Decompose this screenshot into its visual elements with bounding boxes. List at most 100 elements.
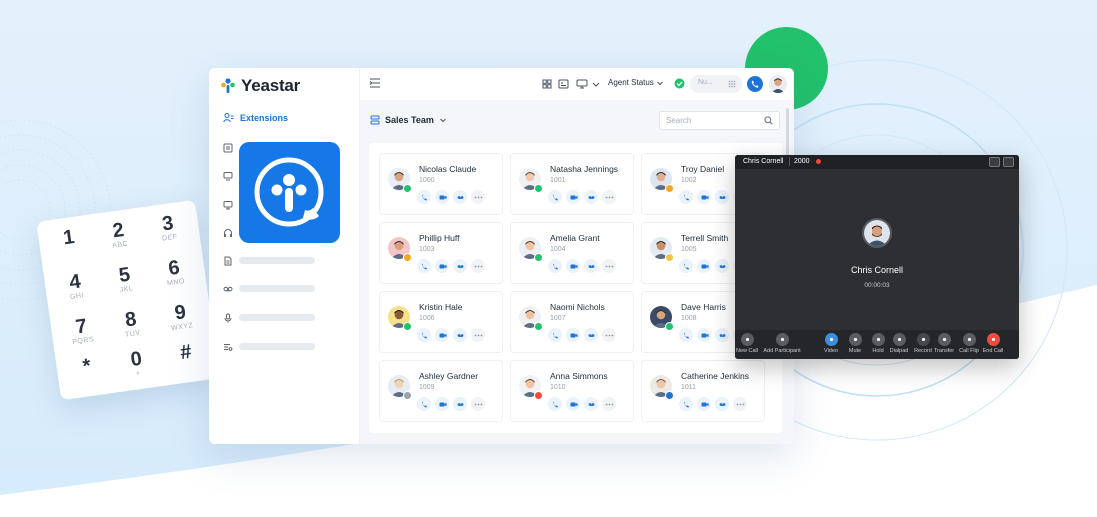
- dialpad-key[interactable]: 6 MNO: [153, 256, 197, 289]
- video-icon[interactable]: [697, 190, 711, 204]
- fullscreen-icon[interactable]: [1003, 157, 1014, 167]
- phone-icon[interactable]: [679, 397, 693, 411]
- voicemail-icon[interactable]: [453, 190, 467, 204]
- voicemail-icon[interactable]: [584, 328, 598, 342]
- chevron-down-icon: [657, 81, 663, 86]
- sidebar-item-extensions[interactable]: Extensions: [223, 112, 288, 123]
- video-icon[interactable]: [435, 190, 449, 204]
- phone-icon[interactable]: [417, 190, 431, 204]
- contact-card[interactable]: Kristin Hale 1006: [379, 291, 503, 353]
- chevron-down-icon[interactable]: [592, 78, 600, 90]
- phone-icon[interactable]: [548, 397, 562, 411]
- contact-card[interactable]: Amelia Grant 1004: [510, 222, 634, 284]
- voicemail-icon[interactable]: [584, 259, 598, 273]
- video-icon[interactable]: [697, 259, 711, 273]
- presence-icon[interactable]: [558, 78, 569, 90]
- more-icon[interactable]: [471, 397, 485, 411]
- contact-actions: [548, 190, 616, 204]
- grid-icon[interactable]: [542, 78, 552, 90]
- contact-card[interactable]: Phillip Huff 1003: [379, 222, 503, 284]
- dialpad-key[interactable]: #: [165, 340, 208, 366]
- contacts-icon[interactable]: [223, 143, 233, 153]
- hold-icon: [871, 333, 885, 346]
- voicemail-icon[interactable]: [584, 190, 598, 204]
- dialpad-icon: [892, 333, 906, 346]
- add-participant-button[interactable]: Add Participant: [761, 333, 803, 354]
- linkus-app-icon: [239, 142, 340, 243]
- phone-icon[interactable]: [679, 190, 693, 204]
- desktop-icon[interactable]: [576, 78, 588, 90]
- dialpad-key[interactable]: *: [66, 354, 109, 380]
- dialpad-key[interactable]: 3 DEF: [147, 211, 191, 244]
- voicemail-icon[interactable]: [715, 259, 729, 273]
- phone-icon[interactable]: [417, 328, 431, 342]
- dialpad-key[interactable]: 5 JKL: [103, 263, 147, 296]
- more-icon[interactable]: [602, 397, 616, 411]
- voicemail-icon[interactable]: [715, 190, 729, 204]
- video-icon[interactable]: [435, 397, 449, 411]
- voicemail-icon[interactable]: [715, 328, 729, 342]
- dialpad-icon[interactable]: [728, 80, 736, 88]
- contact-card[interactable]: Catherine Jenkins 1011: [641, 360, 765, 422]
- contact-card[interactable]: Natasha Jennings 1001: [510, 153, 634, 215]
- dialpad-key[interactable]: 1: [48, 225, 91, 251]
- microphone-icon[interactable]: [223, 313, 233, 323]
- contact-card[interactable]: Anna Simmons 1010: [510, 360, 634, 422]
- more-icon[interactable]: [602, 328, 616, 342]
- more-icon[interactable]: [733, 397, 747, 411]
- voicemail-icon[interactable]: [453, 328, 467, 342]
- voicemail-icon[interactable]: [453, 397, 467, 411]
- video-icon[interactable]: [435, 259, 449, 273]
- more-icon[interactable]: [602, 259, 616, 273]
- contact-name: Anna Simmons: [550, 371, 608, 381]
- more-icon[interactable]: [602, 190, 616, 204]
- video-icon[interactable]: [435, 328, 449, 342]
- agent-status[interactable]: Agent Status: [608, 78, 664, 87]
- video-icon[interactable]: [697, 328, 711, 342]
- voicemail-icon[interactable]: [584, 397, 598, 411]
- document-icon[interactable]: [223, 256, 233, 266]
- more-icon[interactable]: [471, 259, 485, 273]
- phone-icon[interactable]: [679, 328, 693, 342]
- dial-number-input[interactable]: Nu...: [690, 75, 742, 93]
- contact-card[interactable]: Naomi Nichols 1007: [510, 291, 634, 353]
- collapse-menu-icon[interactable]: [369, 77, 381, 89]
- contact-card[interactable]: Ashley Gardner 1009: [379, 360, 503, 422]
- list-settings-icon[interactable]: [223, 342, 233, 352]
- new-call-button[interactable]: New Call: [735, 333, 761, 354]
- phone-icon[interactable]: [548, 190, 562, 204]
- end-call-button[interactable]: End Call: [979, 333, 1007, 354]
- dialpad-key[interactable]: 4 GHI: [54, 270, 98, 303]
- contact-card[interactable]: Nicolas Claude 1000: [379, 153, 503, 215]
- video-icon[interactable]: [566, 328, 580, 342]
- more-icon[interactable]: [471, 328, 485, 342]
- phone-icon[interactable]: [548, 328, 562, 342]
- display-icon[interactable]: [223, 200, 233, 210]
- more-icon[interactable]: [471, 190, 485, 204]
- voicemail-icon[interactable]: [715, 397, 729, 411]
- phone-icon[interactable]: [548, 259, 562, 273]
- user-avatar[interactable]: [769, 75, 787, 93]
- call-button[interactable]: [747, 76, 763, 92]
- monitor-icon[interactable]: [223, 171, 233, 181]
- phone-icon[interactable]: [417, 259, 431, 273]
- video-icon[interactable]: [566, 259, 580, 273]
- dialpad-key[interactable]: 9 WXYZ: [159, 300, 203, 333]
- video-icon[interactable]: [566, 397, 580, 411]
- video-icon[interactable]: [566, 190, 580, 204]
- minimize-icon[interactable]: [989, 157, 1000, 167]
- dialpad-key[interactable]: 8 TUV: [110, 307, 154, 340]
- search-input[interactable]: Search: [659, 111, 780, 130]
- dialpad-key[interactable]: 0 +: [115, 347, 159, 380]
- voicemail-icon[interactable]: [453, 259, 467, 273]
- contact-extension: 1008: [681, 315, 697, 322]
- team-selector[interactable]: Sales Team: [370, 115, 447, 125]
- dialpad-key[interactable]: 2 ABC: [97, 218, 141, 251]
- transfer-button[interactable]: Transfer: [930, 333, 958, 354]
- voicemail-icon[interactable]: [223, 284, 233, 294]
- headset-icon[interactable]: [223, 228, 233, 238]
- phone-icon[interactable]: [679, 259, 693, 273]
- phone-icon[interactable]: [417, 397, 431, 411]
- dialpad-key[interactable]: 7 PQRS: [60, 314, 104, 347]
- video-icon[interactable]: [697, 397, 711, 411]
